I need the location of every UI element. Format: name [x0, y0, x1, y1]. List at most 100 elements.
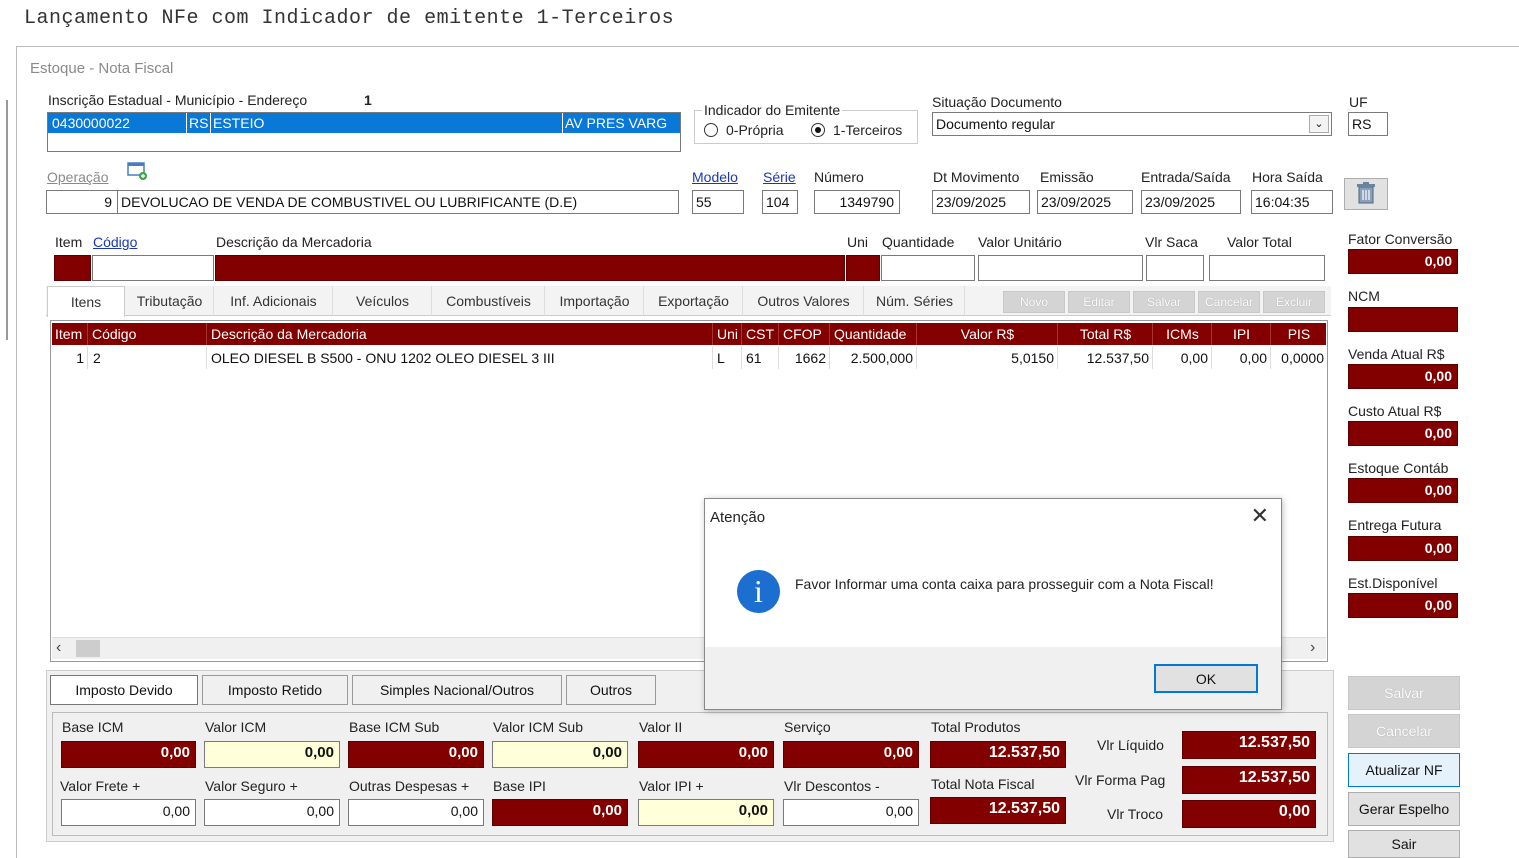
entry-codigo-link[interactable]: Código	[93, 234, 137, 250]
vlr-descontos-label: Vlr Descontos -	[784, 778, 880, 794]
entry-valor-unitario-input[interactable]	[978, 255, 1143, 281]
total-produtos-label: Total Produtos	[931, 719, 1021, 735]
salvar-grid-button[interactable]: Salvar	[1133, 291, 1195, 313]
numero-input[interactable]: 1349790	[814, 190, 900, 214]
info-icon: i	[737, 570, 780, 613]
tab-imposto-retido[interactable]: Imposto Retido	[202, 675, 348, 705]
valor-icm-value[interactable]: 0,00	[204, 741, 340, 768]
ie-listbox[interactable]: 0430000022 RS ESTEIO AV PRES VARG	[47, 112, 681, 152]
cancelar-grid-button[interactable]: Cancelar	[1198, 291, 1260, 313]
tab-simples-nacional[interactable]: Simples Nacional/Outros	[352, 675, 562, 705]
hora-saida-input[interactable]: 16:04:35	[1251, 190, 1333, 214]
tab-inf-adicionais[interactable]: Inf. Adicionais	[215, 286, 333, 316]
editar-button[interactable]: Editar	[1068, 291, 1130, 313]
operacao-code[interactable]: 9	[46, 190, 118, 214]
grid-header-ipi: IPI	[1213, 323, 1271, 345]
hora-saida-label: Hora Saída	[1252, 169, 1323, 185]
valor-seguro-input[interactable]: 0,00	[204, 799, 340, 826]
add-operation-icon[interactable]	[127, 161, 147, 180]
row-item: 1	[52, 347, 88, 369]
sair-button[interactable]: Sair	[1348, 830, 1460, 858]
tab-imposto-devido[interactable]: Imposto Devido	[50, 675, 198, 705]
operacao-desc[interactable]: DEVOLUCAO DE VENDA DE COMBUSTIVEL OU LUB…	[117, 190, 679, 214]
novo-button[interactable]: Novo	[1003, 291, 1065, 313]
ie-selected-row[interactable]: 0430000022 RS ESTEIO AV PRES VARG	[48, 113, 680, 133]
venda-atual-value: 0,00	[1348, 364, 1458, 389]
total-produtos-value: 12.537,50	[930, 741, 1066, 768]
scroll-thumb[interactable]	[76, 640, 100, 657]
outras-despesas-input[interactable]: 0,00	[348, 799, 484, 826]
est-disponivel-value: 0,00	[1348, 593, 1458, 618]
uf-input[interactable]: RS	[1348, 112, 1388, 136]
radio-terceiros-dot	[815, 127, 821, 133]
entry-descricao-input[interactable]	[215, 255, 845, 281]
vlr-descontos-input[interactable]: 0,00	[783, 799, 919, 826]
base-icm-value: 0,00	[61, 741, 196, 768]
tab-veiculos[interactable]: Veículos	[334, 286, 432, 316]
radio-terceiros[interactable]	[811, 123, 825, 137]
entry-valor-total-input[interactable]	[1209, 255, 1325, 281]
entry-quantidade-label: Quantidade	[882, 234, 955, 250]
tab-importacao[interactable]: Importação	[546, 286, 644, 316]
serie-input[interactable]: 104	[762, 190, 798, 214]
base-ipi-label: Base IPI	[493, 778, 546, 794]
row-descricao: OLEO DIESEL B S500 - ONU 1202 OLEO DIESE…	[208, 347, 713, 369]
operacao-link[interactable]: Operação	[47, 169, 108, 185]
valor-icm-sub-value[interactable]: 0,00	[492, 741, 628, 768]
emissao-input[interactable]: 23/09/2025	[1037, 190, 1133, 214]
ie-code: 0430000022	[52, 115, 130, 131]
serie-link[interactable]: Série	[763, 169, 796, 185]
ok-button[interactable]: OK	[1154, 664, 1258, 693]
emissao-label: Emissão	[1040, 169, 1094, 185]
vlr-forma-pag-label: Vlr Forma Pag	[1075, 772, 1166, 788]
salvar-button[interactable]: Salvar	[1348, 676, 1460, 710]
valor-ipi-value[interactable]: 0,00	[638, 799, 774, 826]
close-icon[interactable]: ✕	[1251, 505, 1269, 527]
est-disponivel-label: Est.Disponível	[1348, 575, 1438, 591]
uf-label: UF	[1349, 94, 1368, 110]
scroll-right-icon[interactable]: ›	[1310, 639, 1315, 657]
gerar-espelho-button[interactable]: Gerar Espelho	[1348, 792, 1460, 826]
excluir-grid-button[interactable]: Excluir	[1263, 291, 1325, 313]
vlr-liquido-label: Vlr Líquido	[1097, 737, 1164, 753]
tab-exportacao[interactable]: Exportação	[645, 286, 743, 316]
tab-combustiveis[interactable]: Combustíveis	[433, 286, 545, 316]
grid-header-quantidade: Quantidade	[831, 323, 917, 345]
entry-quantidade-input[interactable]	[881, 255, 975, 281]
total-nota-fiscal-label: Total Nota Fiscal	[931, 776, 1035, 792]
delete-button[interactable]	[1344, 178, 1388, 210]
entrada-saida-input[interactable]: 23/09/2025	[1141, 190, 1241, 214]
modelo-input[interactable]: 55	[692, 190, 744, 214]
row-quantidade: 2.500,000	[831, 347, 917, 369]
valor-frete-input[interactable]: 0,00	[61, 799, 196, 826]
entry-uni-input[interactable]	[846, 255, 880, 281]
row-pis: 0,0000	[1281, 350, 1324, 366]
radio-propria[interactable]	[704, 123, 718, 137]
valor-icm-label: Valor ICM	[205, 719, 267, 735]
tab-outros[interactable]: Outros	[566, 675, 656, 705]
row-uni: L	[714, 347, 742, 369]
ie-uf: RS	[186, 113, 208, 133]
base-icm-label: Base ICM	[62, 719, 124, 735]
modelo-link[interactable]: Modelo	[692, 169, 738, 185]
ie-city: ESTEIO	[210, 113, 264, 133]
dialog-title: Atenção	[710, 509, 766, 526]
tab-num-series[interactable]: Núm. Séries	[865, 286, 965, 316]
entry-vlr-saca-input[interactable]	[1146, 255, 1204, 281]
venda-atual-label: Venda Atual R$	[1348, 346, 1445, 362]
page-caption: Lançamento NFe com Indicador de emitente…	[24, 7, 675, 30]
entry-item-input[interactable]	[54, 255, 91, 281]
atualizar-nf-button[interactable]: Atualizar NF	[1348, 753, 1460, 787]
estoque-contab-label: Estoque Contáb	[1348, 460, 1449, 476]
entry-valor-unitario-label: Valor Unitário	[978, 234, 1062, 250]
entry-codigo-input[interactable]	[92, 255, 214, 281]
tab-itens[interactable]: Itens	[47, 286, 125, 317]
dt-movimento-input[interactable]: 23/09/2025	[932, 190, 1030, 214]
scroll-left-icon[interactable]: ‹	[56, 639, 61, 657]
situacao-select[interactable]: Documento regular ⌄	[932, 112, 1332, 136]
tab-tributacao[interactable]: Tributação	[126, 286, 214, 316]
window-left-edge	[6, 100, 9, 340]
tab-outros-valores[interactable]: Outros Valores	[744, 286, 864, 316]
estoque-contab-value: 0,00	[1348, 478, 1458, 503]
cancelar-button[interactable]: Cancelar	[1348, 714, 1460, 748]
